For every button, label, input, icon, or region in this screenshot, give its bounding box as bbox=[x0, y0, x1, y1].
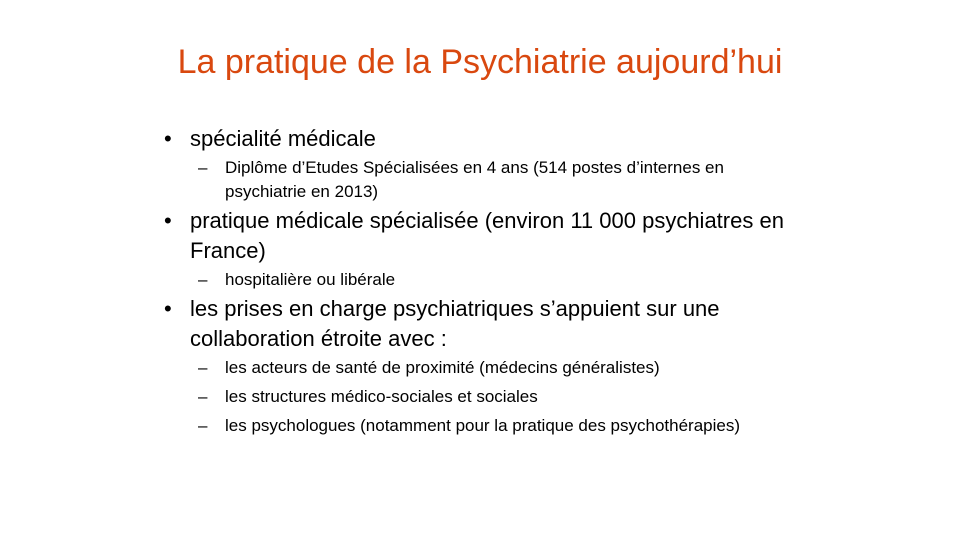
bullet-text: les prises en charge psychiatriques s’ap… bbox=[190, 296, 720, 351]
bullet-marker: • bbox=[164, 126, 172, 151]
sub-text: Diplôme d’Etudes Spécialisées en 4 ans (… bbox=[225, 158, 724, 201]
bullet-text: spécialité médicale bbox=[190, 126, 376, 151]
bullet-marker: • bbox=[164, 296, 172, 321]
sub-item: – les acteurs de santé de proximité (méd… bbox=[198, 356, 800, 380]
slide-title: La pratique de la Psychiatrie aujourd’hu… bbox=[177, 43, 783, 81]
sub-item: – les psychologues (notamment pour la pr… bbox=[198, 414, 800, 438]
sub-marker: – bbox=[198, 270, 208, 289]
sub-item: – les structures médico-sociales et soci… bbox=[198, 385, 800, 409]
bullet-text: pratique médicale spécialisée (environ 1… bbox=[190, 208, 784, 263]
bullet-marker: • bbox=[164, 208, 172, 233]
sub-text: les psychologues (notamment pour la prat… bbox=[225, 416, 741, 435]
sub-list: – les acteurs de santé de proximité (méd… bbox=[198, 356, 800, 438]
sub-marker: – bbox=[198, 416, 208, 435]
sub-marker: – bbox=[198, 158, 208, 177]
sub-item: – hospitalière ou libérale bbox=[198, 268, 800, 292]
bullet-item: • les prises en charge psychiatriques s’… bbox=[160, 294, 800, 438]
sub-text: les structures médico-sociales et social… bbox=[225, 387, 538, 406]
bullet-item: • pratique médicale spécialisée (environ… bbox=[160, 206, 800, 292]
bullet-item: • spécialité médicale – Diplôme d’Etudes… bbox=[160, 124, 800, 204]
slide: La pratique de la Psychiatrie aujourd’hu… bbox=[0, 0, 960, 540]
sub-list: – hospitalière ou libérale bbox=[198, 268, 800, 292]
sub-marker: – bbox=[198, 387, 208, 406]
sub-text: les acteurs de santé de proximité (médec… bbox=[225, 358, 660, 377]
sub-marker: – bbox=[198, 358, 208, 377]
sub-item: – Diplôme d’Etudes Spécialisées en 4 ans… bbox=[198, 156, 800, 204]
sub-list: – Diplôme d’Etudes Spécialisées en 4 ans… bbox=[198, 156, 800, 204]
bullet-list: • spécialité médicale – Diplôme d’Etudes… bbox=[160, 124, 800, 438]
sub-text: hospitalière ou libérale bbox=[225, 270, 396, 289]
